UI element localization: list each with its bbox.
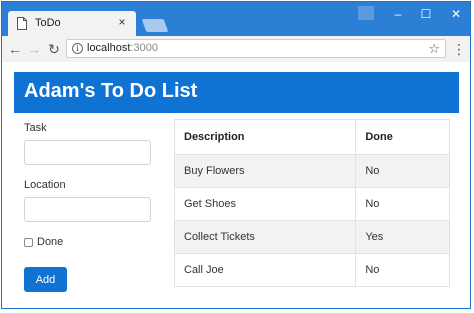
task-label: Task — [24, 122, 47, 134]
description-cell: Collect Tickets — [173, 220, 357, 254]
forward-arrow-icon[interactable]: → — [26, 41, 42, 57]
browser-toolbar: ← → ↻ i localhost:3000 ☆ ⋮ — [2, 36, 470, 63]
browser-window: ToDo × – ☐ ✕ ← → ↻ i localhost:3000 ☆ ⋮ … — [1, 1, 471, 309]
maximize-button[interactable]: ☐ — [416, 6, 436, 22]
description-cell: Get Shoes — [173, 187, 357, 221]
reload-icon[interactable]: ↻ — [46, 41, 62, 57]
description-cell: Call Joe — [173, 253, 357, 287]
add-button[interactable]: Add — [24, 267, 67, 292]
menu-icon[interactable]: ⋮ — [452, 41, 466, 57]
address-bar[interactable]: i localhost:3000 ☆ — [66, 39, 446, 58]
back-arrow-icon[interactable]: ← — [7, 41, 23, 57]
done-cell: Yes — [355, 220, 450, 254]
task-input[interactable] — [24, 140, 151, 165]
description-cell: Buy Flowers — [173, 154, 357, 188]
title-bar: ToDo × – ☐ ✕ — [2, 2, 470, 36]
new-tab-button[interactable] — [141, 19, 169, 32]
done-checkbox[interactable] — [24, 238, 33, 247]
table-row: Collect Tickets Yes — [173, 220, 450, 254]
url-host: localhost — [87, 42, 131, 54]
done-cell: No — [355, 154, 450, 188]
todo-table: Description Done Buy Flowers No Get Shoe… — [173, 119, 450, 287]
page-content: Adam's To Do List Task Location Done Add… — [2, 62, 470, 308]
done-cell: No — [355, 253, 450, 287]
tab-title: ToDo — [35, 17, 61, 29]
done-header: Done — [355, 119, 450, 155]
done-label: Done — [37, 236, 64, 248]
user-icon[interactable] — [358, 6, 374, 20]
info-icon[interactable]: i — [72, 43, 83, 54]
close-button[interactable]: ✕ — [446, 6, 466, 22]
url-port: :3000 — [130, 42, 158, 54]
done-cell: No — [355, 187, 450, 221]
location-input[interactable] — [24, 197, 151, 222]
table-row: Get Shoes No — [173, 187, 450, 221]
description-header: Description — [173, 119, 357, 155]
table-header-row: Description Done — [173, 119, 450, 155]
tab-close-icon[interactable]: × — [115, 15, 129, 29]
app-header: Adam's To Do List — [14, 72, 459, 113]
url-text: localhost:3000 — [87, 42, 158, 54]
table-row: Buy Flowers No — [173, 154, 450, 188]
page-title: Adam's To Do List — [24, 80, 198, 102]
location-label: Location — [24, 179, 66, 191]
minimize-button[interactable]: – — [388, 6, 408, 22]
browser-tab[interactable]: ToDo × — [8, 11, 136, 36]
table-row: Call Joe No — [173, 253, 450, 287]
page-icon — [17, 17, 27, 30]
star-icon[interactable]: ☆ — [428, 41, 440, 57]
